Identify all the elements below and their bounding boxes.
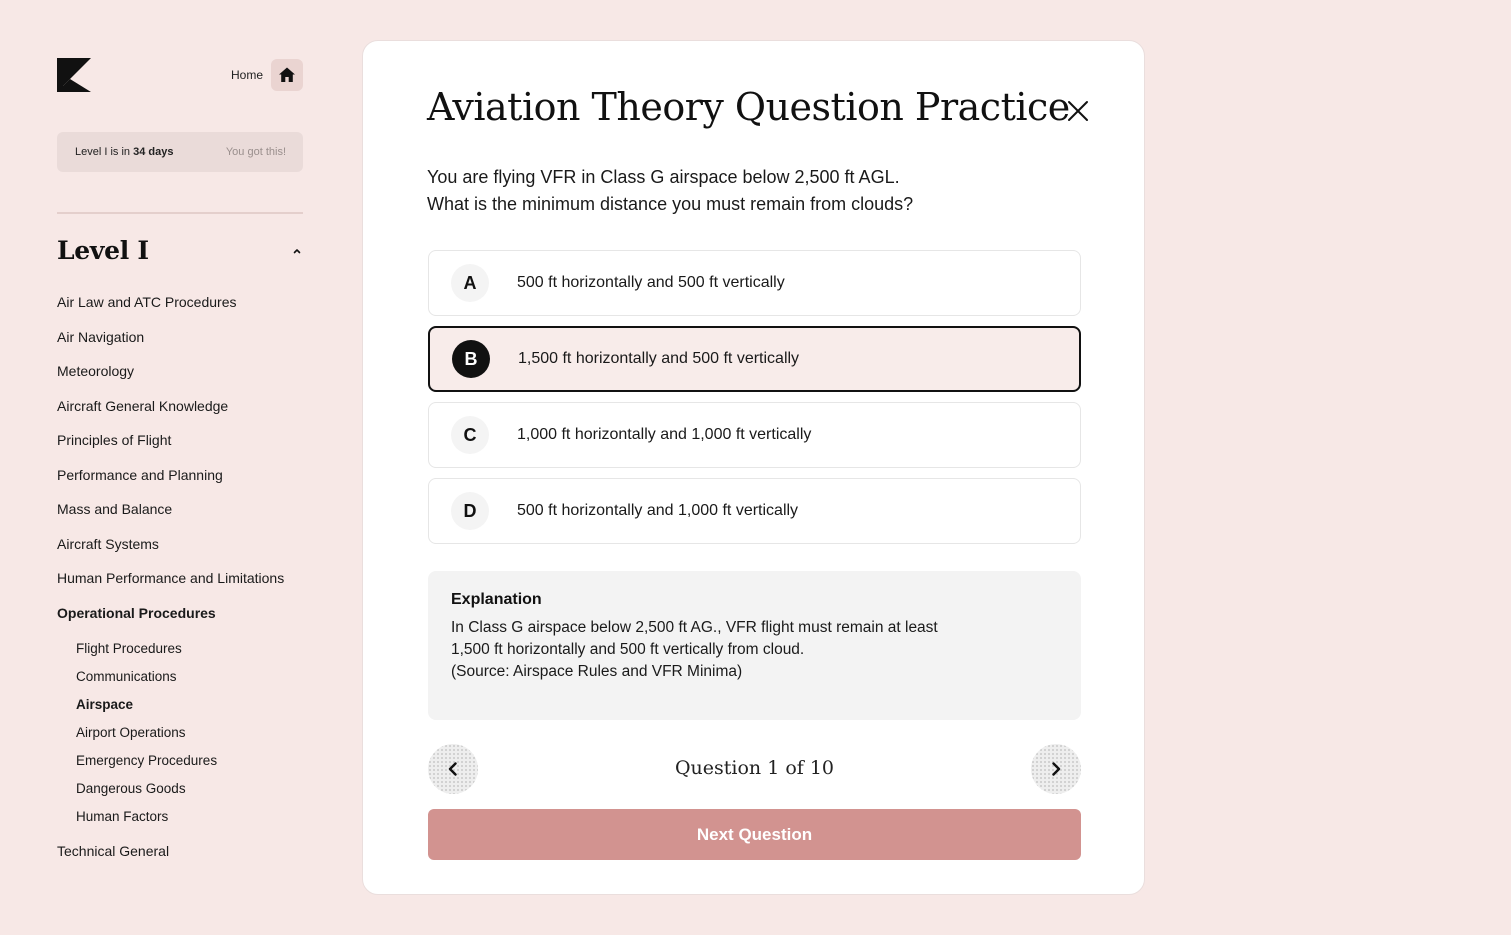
sidebar-topic[interactable]: Performance and Planning bbox=[57, 466, 303, 501]
exam-countdown: Level I is in 34 days You got this! bbox=[57, 132, 303, 172]
explanation-panel: Explanation In Class G airspace below 2,… bbox=[428, 571, 1081, 720]
sidebar-topic[interactable]: Technical General bbox=[57, 842, 303, 877]
sidebar-topic[interactable]: Operational Procedures bbox=[57, 604, 303, 639]
sidebar-topic[interactable]: Aircraft Systems bbox=[57, 535, 303, 570]
sidebar-subtopic[interactable]: Airport Operations bbox=[76, 724, 303, 752]
option-letter: B bbox=[452, 340, 490, 378]
level-header[interactable]: Level I bbox=[57, 236, 303, 265]
sidebar-subtopic[interactable]: Human Factors bbox=[76, 808, 303, 836]
question-line-2: What is the minimum distance you must re… bbox=[427, 194, 914, 214]
sidebar-topic[interactable]: Principles of Flight bbox=[57, 431, 303, 466]
answer-options: A 500 ft horizontally and 500 ft vertical… bbox=[428, 250, 1081, 554]
page-title: Aviation Theory Question Practice bbox=[427, 85, 1070, 129]
option-text: 1,000 ft horizontally and 1,000 ft verti… bbox=[517, 426, 812, 443]
level-title: Level I bbox=[57, 236, 149, 265]
sidebar-divider bbox=[57, 212, 303, 214]
question-line-1: You are flying VFR in Class G airspace b… bbox=[427, 167, 900, 187]
sidebar-topic[interactable]: Meteorology bbox=[57, 362, 303, 397]
chevron-up-icon[interactable] bbox=[292, 246, 302, 256]
countdown-text: Level I is in 34 days bbox=[75, 146, 174, 158]
option-letter: C bbox=[451, 416, 489, 454]
chevron-right-icon bbox=[1052, 762, 1061, 776]
topic-list: Air Law and ATC Procedures Air Navigation… bbox=[57, 293, 303, 877]
question-counter: Question 1 of 10 bbox=[674, 757, 835, 779]
home-label[interactable]: Home bbox=[231, 68, 263, 82]
sidebar-topic[interactable]: Aircraft General Knowledge bbox=[57, 397, 303, 432]
explanation-line-3: (Source: Airspace Rules and VFR Minima) bbox=[451, 663, 743, 680]
explanation-line-2: 1,500 ft horizontally and 500 ft vertica… bbox=[451, 641, 805, 658]
sidebar-topic[interactable]: Air Navigation bbox=[57, 328, 303, 363]
explanation-title: Explanation bbox=[451, 591, 542, 608]
answer-option[interactable]: D 500 ft horizontally and 1,000 ft vertic… bbox=[428, 478, 1081, 544]
sidebar-topic[interactable]: Mass and Balance bbox=[57, 500, 303, 535]
home-icon bbox=[279, 67, 295, 82]
close-icon bbox=[1068, 101, 1088, 121]
home-button[interactable] bbox=[271, 59, 303, 91]
explanation-body: In Class G airspace below 2,500 ft AG., … bbox=[451, 617, 1011, 683]
next-question-button[interactable]: Next Question bbox=[428, 809, 1081, 860]
sidebar-subtopic[interactable]: Dangerous Goods bbox=[76, 780, 303, 808]
home-link[interactable]: Home bbox=[231, 59, 303, 91]
question-navigation: Question 1 of 10 bbox=[428, 744, 1081, 794]
option-text: 500 ft horizontally and 1,000 ft vertica… bbox=[517, 502, 799, 519]
option-text: 500 ft horizontally and 500 ft verticall… bbox=[517, 274, 785, 291]
answer-option[interactable]: C 1,000 ft horizontally and 1,000 ft vert… bbox=[428, 402, 1081, 468]
countdown-message: You got this! bbox=[225, 146, 286, 158]
answer-option[interactable]: B 1,500 ft horizontally and 500 ft vertic… bbox=[428, 326, 1081, 392]
question-text: You are flying VFR in Class G airspace b… bbox=[427, 164, 1027, 218]
sidebar: Home Level I is in 34 days You got this!… bbox=[57, 58, 303, 877]
sidebar-header: Home bbox=[57, 58, 303, 92]
answer-option[interactable]: A 500 ft horizontally and 500 ft vertical… bbox=[428, 250, 1081, 316]
option-text: 1,500 ft horizontally and 500 ft vertica… bbox=[518, 350, 800, 367]
question-card: Aviation Theory Question Practice You ar… bbox=[362, 40, 1145, 895]
option-letter: A bbox=[451, 264, 489, 302]
subtopic-list: Flight Procedures Communications Airspace A… bbox=[57, 640, 303, 836]
sidebar-subtopic[interactable]: Airspace bbox=[76, 696, 303, 724]
next-question-arrow-button[interactable] bbox=[1031, 744, 1081, 794]
sidebar-subtopic[interactable]: Emergency Procedures bbox=[76, 752, 303, 780]
sidebar-subtopic[interactable]: Communications bbox=[76, 668, 303, 696]
option-letter: D bbox=[451, 492, 489, 530]
explanation-line-1: In Class G airspace below 2,500 ft AG., … bbox=[451, 619, 938, 636]
close-button[interactable] bbox=[1063, 96, 1093, 126]
sidebar-topic[interactable]: Human Performance and Limitations bbox=[57, 569, 303, 604]
sidebar-subtopic[interactable]: Flight Procedures bbox=[76, 640, 303, 668]
sidebar-topic[interactable]: Air Law and ATC Procedures bbox=[57, 293, 303, 328]
k-logo-icon[interactable] bbox=[57, 58, 91, 92]
countdown-days: 34 days bbox=[133, 146, 174, 158]
